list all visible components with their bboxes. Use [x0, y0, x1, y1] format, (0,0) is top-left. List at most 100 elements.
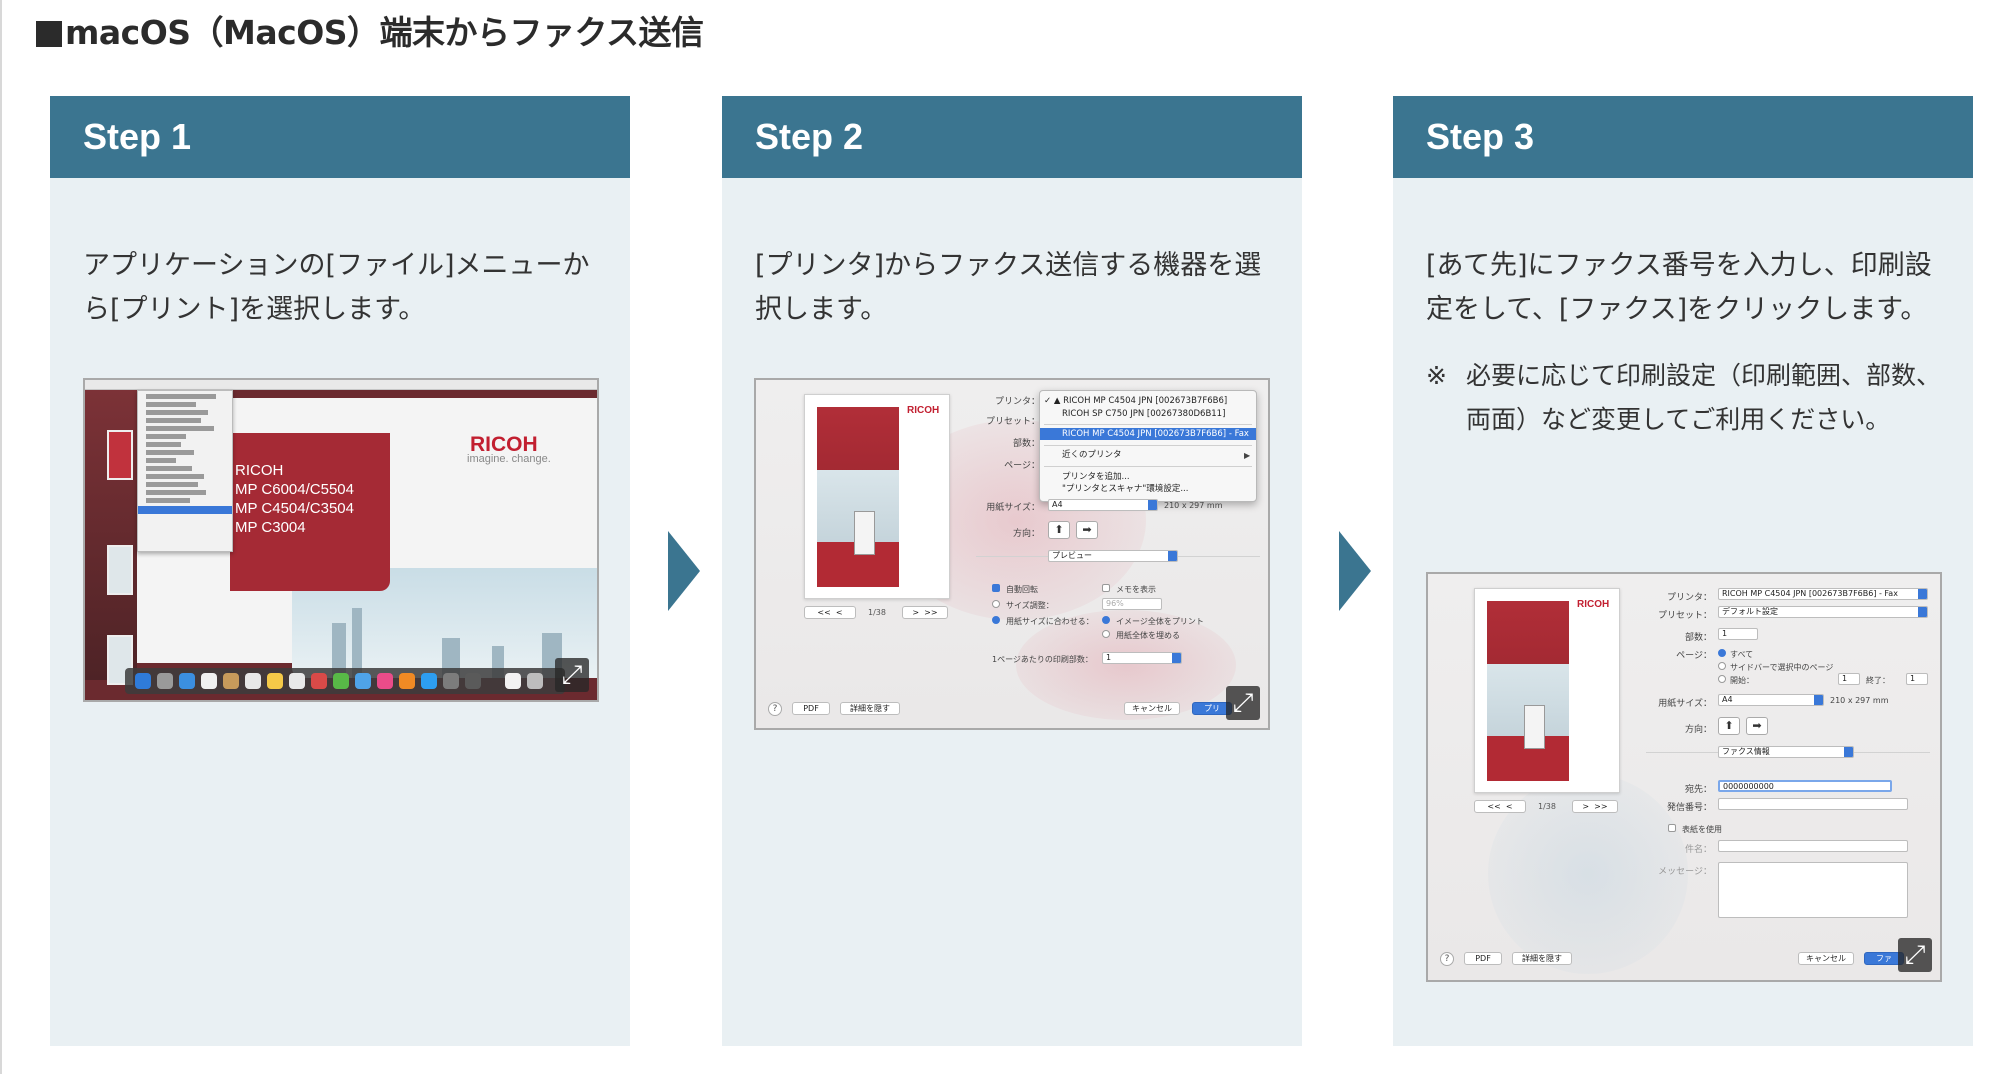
pages-sidebar-radio[interactable]: [1718, 662, 1726, 670]
message-textarea[interactable]: [1718, 862, 1908, 918]
dock-icon: [245, 673, 261, 689]
subject-input[interactable]: [1718, 840, 1908, 852]
portrait-orientation-icon[interactable]: ⬆: [1048, 521, 1070, 539]
copies-per-page-select[interactable]: 1: [1102, 652, 1182, 664]
file-menu-dropdown[interactable]: [137, 390, 233, 552]
page-left-border: [0, 0, 2, 1074]
preset-select[interactable]: デフォルト設定: [1718, 606, 1928, 618]
section-select[interactable]: ファクス情報: [1718, 746, 1854, 758]
copies-per-page-label: 1ページあたりの印刷部数：: [992, 655, 1093, 664]
printer-preferences-option[interactable]: "プリンタとスキャナ"環境設定...: [1040, 483, 1256, 495]
orientation-label: 方向：: [1684, 725, 1712, 735]
fit-paper-radio[interactable]: [992, 616, 1000, 624]
print-entire-radio[interactable]: [1102, 616, 1110, 624]
preview-ricoh-logo: RICOH: [1577, 599, 1610, 610]
scale-radio[interactable]: [992, 600, 1000, 608]
preview-ricoh-logo: RICOH: [907, 405, 940, 416]
pages-all-label: すべて: [1730, 650, 1754, 659]
paper-size-select[interactable]: A4: [1718, 694, 1824, 706]
step-3-fax-dialog-screenshot[interactable]: RICOH << < 1/38 > >> プリンタ： RICOH MP C450…: [1426, 572, 1942, 982]
product-line: MP C3004: [235, 519, 306, 536]
fit-paper-label: 用紙サイズに合わせる：: [1006, 617, 1094, 626]
cancel-button[interactable]: キャンセル: [1798, 952, 1854, 965]
printer-option[interactable]: ✓ ▲ RICOH MP C4504 JPN [002673B7F6B6]: [1040, 395, 1256, 407]
expand-icon[interactable]: ⤢: [1226, 686, 1260, 720]
print-menu-item[interactable]: [138, 506, 232, 514]
pdf-menu-button[interactable]: PDF: [1464, 952, 1502, 965]
pages-from-input[interactable]: 1: [1838, 673, 1860, 685]
product-line: MP C4504/C3504: [235, 500, 354, 517]
submenu-arrow-icon: ▶: [1244, 451, 1251, 460]
show-memo-checkbox[interactable]: [1102, 584, 1110, 592]
printer-dropdown-menu[interactable]: ✓ ▲ RICOH MP C4504 JPN [002673B7F6B6] RI…: [1039, 390, 1257, 502]
dock-icon: [289, 673, 305, 689]
print-entire-label: イメージ全体をプリント: [1116, 617, 1204, 626]
expand-icon[interactable]: ⤢: [1898, 938, 1932, 972]
next-step-arrow-icon: [668, 531, 700, 611]
dock-icon: [333, 673, 349, 689]
scale-input[interactable]: 96%: [1102, 598, 1162, 610]
dock-icon: [179, 673, 195, 689]
product-line: MP C6004/C5504: [235, 481, 354, 498]
paper-size-label: 用紙サイズ：: [986, 503, 1040, 513]
hide-details-button[interactable]: 詳細を隠す: [1512, 952, 1572, 965]
copies-input[interactable]: 1: [1718, 628, 1758, 640]
paper-size-label: 用紙サイズ：: [1658, 699, 1712, 709]
hide-details-button[interactable]: 詳細を隠す: [840, 702, 900, 715]
dock-icon: [135, 673, 151, 689]
paper-size-select[interactable]: A4: [1048, 499, 1158, 511]
step-description-3: [あて先]にファクス番号を入力し、印刷設定をして、[ファクス]をクリックします。: [1426, 250, 1932, 325]
preview-prev-button[interactable]: << <: [1474, 800, 1526, 813]
fax-destination-input[interactable]: 0000000000: [1718, 780, 1892, 792]
dock-icon: [223, 673, 239, 689]
use-cover-checkbox[interactable]: [1668, 824, 1676, 832]
page-title-text: macOS（MacOS）端末からファクス送信: [65, 13, 704, 52]
printer-select[interactable]: RICOH MP C4504 JPN [002673B7F6B6] - Fax: [1718, 588, 1928, 600]
scale-label: サイズ調整：: [1006, 601, 1054, 610]
title-square-bullet-icon: [36, 21, 62, 47]
landscape-orientation-icon[interactable]: ➡: [1746, 717, 1768, 735]
preview-next-button[interactable]: > >>: [902, 606, 948, 619]
auto-rotate-checkbox[interactable]: [992, 584, 1000, 592]
pages-range-radio[interactable]: [1718, 675, 1726, 683]
auto-rotate-label: 自動回転: [1006, 585, 1038, 594]
subject-label: 件名：: [1684, 845, 1712, 855]
ricoh-tagline: imagine. change.: [467, 453, 551, 465]
step-1-screenshot[interactable]: RICOH MP C6004/C5504 MP C4504/C3504 MP C…: [83, 378, 599, 702]
step-body-1: アプリケーションの[ファイル]メニューから[プリント]を選択します。: [50, 178, 630, 332]
step-2-print-dialog-screenshot[interactable]: RICOH << < 1/38 > >> プリンタ： プリセット： 部数： ペー…: [754, 378, 1270, 730]
pages-to-label: 終了：: [1866, 676, 1890, 685]
step-header-1: Step 1: [50, 96, 630, 178]
page-preview: RICOH: [804, 394, 950, 599]
preview-next-button[interactable]: > >>: [1572, 800, 1618, 813]
pdf-menu-button[interactable]: PDF: [792, 702, 830, 715]
printer-option[interactable]: RICOH SP C750 JPN [00267380D6B11]: [1040, 408, 1256, 420]
dock-icon: [443, 673, 459, 689]
help-icon[interactable]: ?: [1440, 952, 1454, 966]
fill-paper-label: 用紙全体を埋める: [1116, 631, 1180, 640]
paper-dimensions: 210 x 297 mm: [1164, 501, 1223, 510]
pages-label: ページ：: [1004, 461, 1040, 471]
expand-icon[interactable]: ⤢: [555, 658, 589, 692]
page-counter: 1/38: [1538, 802, 1556, 811]
landscape-orientation-icon[interactable]: ➡: [1076, 521, 1098, 539]
note-mark: ※: [1426, 361, 1447, 390]
page-counter: 1/38: [868, 608, 886, 617]
portrait-orientation-icon[interactable]: ⬆: [1718, 717, 1740, 735]
dock-icon: [157, 673, 173, 689]
preview-prev-button[interactable]: << <: [804, 606, 856, 619]
fill-paper-radio[interactable]: [1102, 630, 1110, 638]
help-icon[interactable]: ?: [768, 702, 782, 716]
fax-printer-option[interactable]: RICOH MP C4504 JPN [002673B7F6B6] - Fax: [1040, 428, 1256, 440]
cancel-button[interactable]: キャンセル: [1124, 702, 1180, 715]
dock-icon: [311, 673, 327, 689]
section-select[interactable]: プレビュー: [1048, 550, 1178, 562]
add-printer-option[interactable]: プリンタを追加...: [1040, 471, 1256, 483]
sender-number-input[interactable]: [1718, 798, 1908, 810]
dock-icon: [399, 673, 415, 689]
step-description-1: アプリケーションの[ファイル]メニューから[プリント]を選択します。: [83, 250, 590, 325]
nearby-printers-menu[interactable]: 近くのプリンタ: [1040, 449, 1256, 461]
copies-label: 部数：: [1684, 633, 1712, 643]
pages-to-input[interactable]: 1: [1906, 673, 1928, 685]
pages-all-radio[interactable]: [1718, 649, 1726, 657]
